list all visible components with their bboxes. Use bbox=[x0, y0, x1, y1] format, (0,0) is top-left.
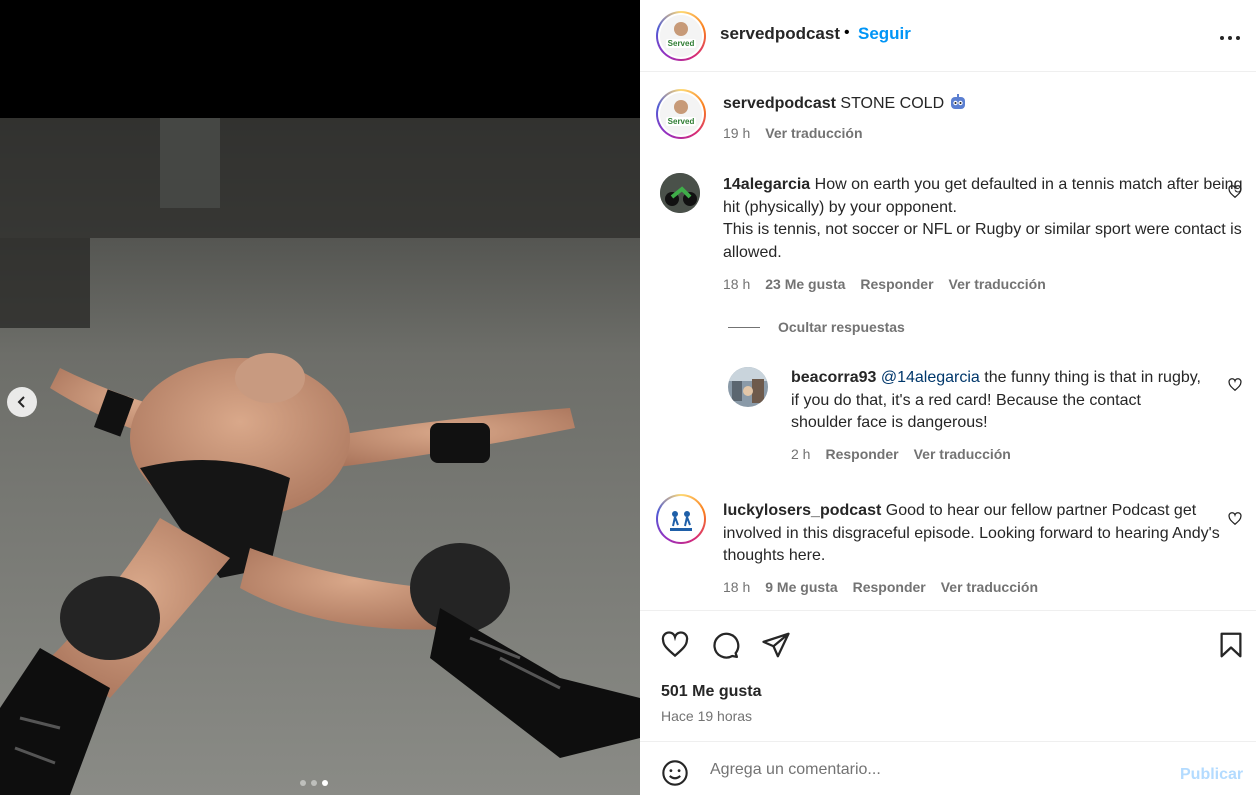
more-options-button[interactable] bbox=[1218, 26, 1242, 55]
wrestler-photo bbox=[0, 118, 640, 795]
hide-replies-toggle[interactable]: Ocultar respuestas bbox=[728, 319, 905, 335]
carousel-dots bbox=[300, 780, 328, 786]
post-actions: 501 Me gusta Hace 19 horas bbox=[640, 610, 1256, 741]
comment-like-button[interactable] bbox=[1228, 185, 1242, 204]
reply-text: beacorra93 @14alegarcia the funny thing … bbox=[791, 367, 1201, 435]
comment-bubble-icon bbox=[713, 632, 740, 659]
comment-likes-count[interactable]: 23 Me gusta bbox=[765, 276, 845, 292]
comment-composer: Publicar bbox=[640, 741, 1256, 795]
caption-meta: 19 h Ver traducción bbox=[723, 125, 863, 141]
heart-outline-icon bbox=[1228, 185, 1242, 199]
post-header: Served servedpodcast • Seguir bbox=[640, 0, 1256, 72]
street-avatar-icon bbox=[728, 367, 768, 407]
caption-avatar[interactable]: Served bbox=[656, 89, 706, 139]
reply-meta: 2 h Responder Ver traducción bbox=[791, 446, 1011, 462]
emoji-smile-icon bbox=[662, 760, 688, 786]
reply-reply-link[interactable]: Responder bbox=[825, 446, 898, 462]
reply-mention-link[interactable]: @14alegarcia bbox=[881, 369, 980, 386]
carousel-dot bbox=[311, 780, 317, 786]
carousel-dot bbox=[300, 780, 306, 786]
svg-text:Served: Served bbox=[668, 39, 695, 48]
post-time[interactable]: Hace 19 horas bbox=[661, 708, 752, 724]
comment-meta: 18 h 23 Me gusta Responder Ver traducció… bbox=[723, 276, 1046, 292]
comment-reply-link[interactable]: Responder bbox=[860, 276, 933, 292]
hide-replies-label: Ocultar respuestas bbox=[778, 319, 905, 335]
reply-username[interactable]: beacorra93 bbox=[791, 369, 876, 386]
comment2-username[interactable]: luckylosers_podcast bbox=[723, 502, 881, 519]
served-logo-icon: Served bbox=[660, 93, 702, 135]
author-avatar[interactable]: Served bbox=[656, 11, 706, 61]
served-logo-icon: Served bbox=[660, 15, 702, 57]
caption-text: servedpodcast STONE COLD bbox=[723, 93, 1243, 116]
caption-username[interactable]: servedpodcast bbox=[723, 95, 836, 112]
robot-face-icon bbox=[950, 94, 965, 109]
comment2-likes-count[interactable]: 9 Me gusta bbox=[765, 579, 837, 595]
separator-dot: • bbox=[844, 24, 850, 41]
save-button[interactable] bbox=[1216, 630, 1246, 665]
previous-image-button[interactable] bbox=[7, 387, 37, 417]
caption-translate-link[interactable]: Ver traducción bbox=[765, 125, 862, 141]
comment2-like-button[interactable] bbox=[1228, 512, 1242, 531]
comment2-time[interactable]: 18 h bbox=[723, 579, 750, 595]
caption-time[interactable]: 19 h bbox=[723, 125, 750, 141]
commenter-avatar[interactable] bbox=[660, 173, 700, 213]
follow-button[interactable]: Seguir bbox=[858, 24, 911, 44]
comment-button[interactable] bbox=[710, 630, 740, 665]
like-button[interactable] bbox=[660, 630, 690, 665]
post-photo bbox=[0, 118, 640, 795]
commenter2-avatar[interactable] bbox=[656, 494, 706, 544]
post-media bbox=[0, 0, 640, 795]
carousel-dot-active bbox=[322, 780, 328, 786]
comment2-reply-link[interactable]: Responder bbox=[853, 579, 926, 595]
reply-time[interactable]: 2 h bbox=[791, 446, 810, 462]
paper-plane-icon bbox=[762, 632, 790, 658]
comment-time[interactable]: 18 h bbox=[723, 276, 750, 292]
chevron-left-icon bbox=[17, 396, 25, 408]
emoji-button[interactable] bbox=[661, 759, 689, 792]
heart-outline-icon bbox=[1228, 378, 1242, 392]
publish-comment-button[interactable]: Publicar bbox=[1180, 766, 1243, 784]
reply-translate-link[interactable]: Ver traducción bbox=[914, 446, 1011, 462]
reply-like-button[interactable] bbox=[1228, 378, 1242, 397]
likes-count[interactable]: 501 Me gusta bbox=[661, 683, 761, 701]
comment-translate-link[interactable]: Ver traducción bbox=[949, 276, 1046, 292]
heart-outline-icon bbox=[661, 631, 689, 658]
comment-input[interactable] bbox=[710, 758, 1150, 782]
caption-body: STONE COLD bbox=[840, 95, 945, 112]
heart-outline-icon bbox=[1228, 512, 1242, 526]
comment-text: 14alegarcia How on earth you get default… bbox=[723, 174, 1243, 264]
lucky-losers-logo-icon bbox=[660, 498, 702, 540]
comment2-meta: 18 h 9 Me gusta Responder Ver traducción bbox=[723, 579, 1038, 595]
comments-section: Served servedpodcast STONE COLD 19 h Ver… bbox=[640, 73, 1256, 610]
more-horizontal-icon bbox=[1220, 36, 1240, 40]
svg-text:Served: Served bbox=[668, 117, 695, 126]
replies-divider-line bbox=[728, 326, 760, 328]
author-username[interactable]: servedpodcast bbox=[720, 24, 840, 44]
bookmark-icon bbox=[1220, 632, 1242, 658]
comment2-text: luckylosers_podcast Good to hear our fel… bbox=[723, 500, 1243, 568]
comment2-translate-link[interactable]: Ver traducción bbox=[941, 579, 1038, 595]
comment-body-line2: This is tennis, not soccer or NFL or Rug… bbox=[723, 221, 1242, 261]
post-side-panel: Served servedpodcast • Seguir Served ser… bbox=[640, 0, 1256, 795]
motorbike-avatar-icon bbox=[660, 173, 700, 213]
share-button[interactable] bbox=[761, 630, 791, 665]
comment-username[interactable]: 14alegarcia bbox=[723, 176, 810, 193]
reply-avatar[interactable] bbox=[728, 367, 768, 407]
